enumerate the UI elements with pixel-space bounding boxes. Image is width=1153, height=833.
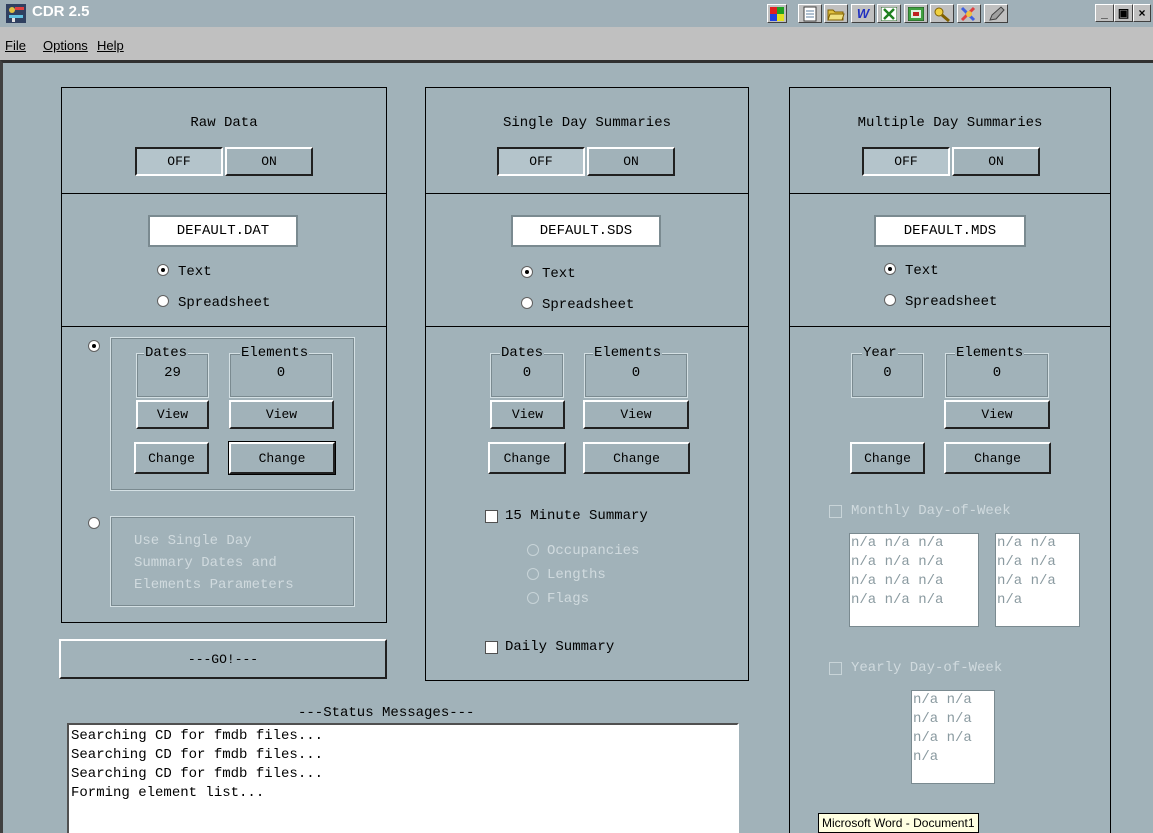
menu-options[interactable]: Options: [43, 38, 88, 53]
mds-filename-field[interactable]: DEFAULT.MDS: [874, 215, 1026, 247]
divider: [61, 193, 387, 194]
mds-heading: Multiple Day Summaries: [857, 115, 1043, 131]
fifteen-minute-label: 15 Minute Summary: [505, 508, 648, 524]
sds-heading: Single Day Summaries: [502, 115, 672, 131]
sds-dates-value: 0: [522, 365, 532, 381]
menu-help[interactable]: Help: [97, 38, 124, 53]
monthly-dow-checkbox[interactable]: [829, 505, 842, 518]
menu-help-label: Help: [97, 38, 124, 53]
notepad-icon[interactable]: [798, 4, 822, 23]
raw-data-heading: Raw Data: [190, 115, 258, 131]
mds-elements-value: 0: [992, 365, 1002, 381]
daily-summary-label: Daily Summary: [505, 639, 615, 655]
occupancies-label: Occupancies: [547, 543, 640, 559]
sds-off-button[interactable]: OFF: [497, 147, 585, 176]
raw-dates-value: 29: [164, 365, 181, 381]
raw-text-radio[interactable]: [157, 264, 169, 276]
sds-text-radio[interactable]: [521, 266, 533, 278]
sds-elements-title: Elements: [593, 345, 663, 361]
sds-elements-change-button[interactable]: Change: [583, 442, 690, 474]
sds-spreadsheet-radio[interactable]: [521, 297, 533, 309]
monthly-dow-label: Monthly Day-of-Week: [851, 503, 1011, 519]
occupancies-radio[interactable]: [527, 544, 539, 556]
status-messages-box[interactable]: Searching CD for fmdb files... Searching…: [67, 723, 739, 833]
mds-on-button[interactable]: ON: [952, 147, 1040, 176]
mds-elements-title: Elements: [955, 345, 1025, 361]
status-heading: ---Status Messages---: [298, 705, 475, 721]
daily-summary-checkbox[interactable]: [485, 641, 498, 654]
yearly-dow-label: Yearly Day-of-Week: [851, 660, 1003, 676]
raw-filename-field[interactable]: DEFAULT.DAT: [148, 215, 298, 247]
raw-off-button[interactable]: OFF: [135, 147, 223, 176]
folder-open-icon[interactable]: [824, 4, 848, 23]
raw-elements-title: Elements: [240, 345, 310, 361]
mds-year-title: Year: [862, 345, 898, 361]
raw-on-button[interactable]: ON: [225, 147, 313, 176]
excel-icon[interactable]: [877, 4, 901, 23]
sds-spreadsheet-label: Spreadsheet: [542, 297, 635, 313]
menu-file[interactable]: File: [5, 38, 26, 53]
powerpoint-icon[interactable]: [904, 4, 928, 23]
raw-dates-title: Dates: [144, 345, 189, 361]
mds-spreadsheet-label: Spreadsheet: [905, 294, 998, 310]
raw-elements-change-button[interactable]: Change: [228, 441, 336, 475]
raw-dates-change-button[interactable]: Change: [134, 442, 209, 474]
mds-text-label: Text: [905, 263, 939, 279]
lengths-label: Lengths: [547, 567, 606, 583]
raw-text-label: Text: [178, 264, 212, 280]
monthly-dow-list-right[interactable]: n/a n/a n/a n/a n/a n/a n/a: [995, 533, 1080, 627]
maximize-button[interactable]: ▣: [1114, 4, 1133, 22]
raw-use-sds-radio[interactable]: [88, 517, 100, 529]
flags-label: Flags: [547, 591, 590, 607]
shortcut-tool-icon[interactable]: [957, 4, 981, 23]
mds-elements-change-button[interactable]: Change: [944, 442, 1051, 474]
raw-dates-view-button[interactable]: View: [136, 400, 209, 429]
mds-text-radio[interactable]: [884, 263, 896, 275]
sds-on-button[interactable]: ON: [587, 147, 675, 176]
word-icon[interactable]: W: [851, 4, 875, 23]
mds-year-value: 0: [883, 365, 892, 381]
sds-elements-value: 0: [631, 365, 641, 381]
sds-dates-change-button[interactable]: Change: [488, 442, 566, 474]
menu-options-label: Options: [43, 38, 88, 53]
raw-spreadsheet-radio[interactable]: [157, 295, 169, 307]
taskbar-tooltip: Microsoft Word - Document1: [818, 813, 979, 833]
mds-elements-view-button[interactable]: View: [944, 400, 1050, 429]
lengths-radio[interactable]: [527, 568, 539, 580]
search-key-icon[interactable]: [930, 4, 954, 23]
divider: [425, 193, 749, 194]
mds-spreadsheet-radio[interactable]: [884, 294, 896, 306]
divider: [789, 326, 1111, 327]
mds-year-change-button[interactable]: Change: [850, 442, 925, 474]
menu-bar: File Options Help: [0, 27, 1153, 60]
office-color-icon[interactable]: [767, 4, 787, 23]
minimize-button[interactable]: _: [1095, 4, 1114, 22]
sds-text-label: Text: [542, 266, 576, 282]
raw-spreadsheet-label: Spreadsheet: [178, 295, 271, 311]
close-button[interactable]: ×: [1133, 4, 1151, 22]
sds-dates-view-button[interactable]: View: [490, 400, 565, 429]
divider: [425, 326, 749, 327]
raw-use-sds-label: Use Single Day Summary Dates and Element…: [134, 533, 294, 593]
go-button[interactable]: ---GO!---: [59, 639, 387, 679]
title-bar: CDR 2.5 W _ ▣ ×: [0, 0, 1153, 27]
raw-own-params-radio[interactable]: [88, 340, 100, 352]
sds-dates-title: Dates: [500, 345, 545, 361]
yearly-dow-checkbox[interactable]: [829, 662, 842, 675]
sds-filename-field[interactable]: DEFAULT.SDS: [511, 215, 661, 247]
flags-radio[interactable]: [527, 592, 539, 604]
window-title: CDR 2.5: [32, 3, 90, 20]
divider: [61, 326, 387, 327]
raw-elements-view-button[interactable]: View: [229, 400, 334, 429]
yearly-dow-list[interactable]: n/a n/a n/a n/a n/a n/a n/a: [911, 690, 995, 784]
app-icon[interactable]: [6, 4, 26, 23]
monthly-dow-list-left[interactable]: n/a n/a n/a n/a n/a n/a n/a n/a n/a n/a …: [849, 533, 979, 627]
sds-elements-view-button[interactable]: View: [583, 400, 689, 429]
divider: [789, 193, 1111, 194]
mds-off-button[interactable]: OFF: [862, 147, 950, 176]
raw-elements-value: 0: [276, 365, 286, 381]
menu-file-label: File: [5, 38, 26, 53]
fifteen-minute-checkbox[interactable]: [485, 510, 498, 523]
pen-icon[interactable]: [984, 4, 1008, 23]
